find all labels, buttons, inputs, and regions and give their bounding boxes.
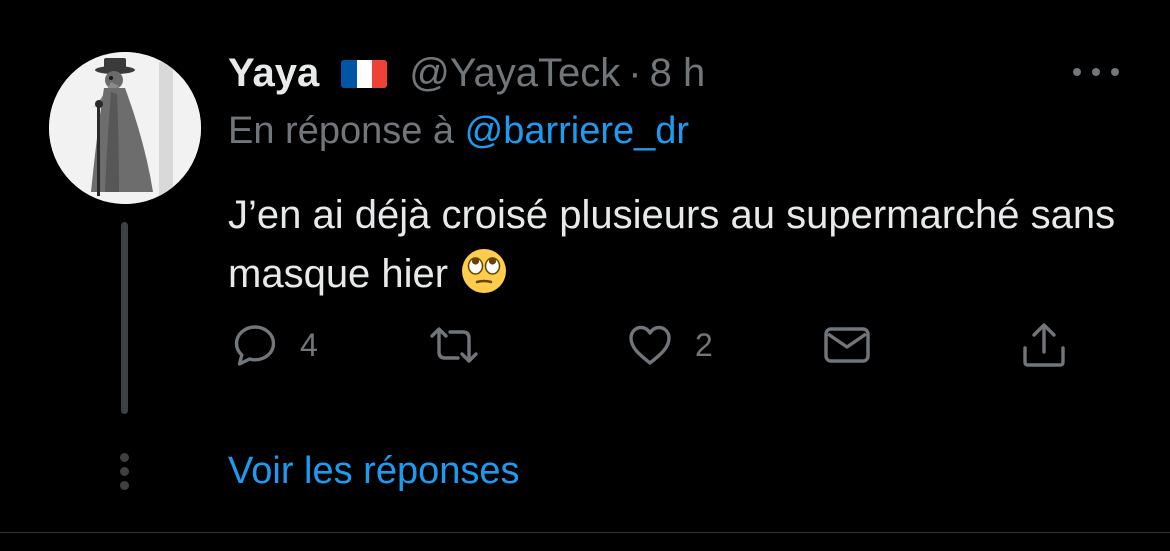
share-upload-icon (1023, 323, 1065, 367)
tweet[interactable]: Yaya @YayaTeck · 8 h En réponse à @barri… (0, 0, 1170, 551)
author-handle[interactable]: @YayaTeck (409, 51, 620, 96)
more-options-icon[interactable] (1073, 66, 1119, 78)
reply-bubble-icon (234, 325, 276, 366)
retweet-arrows-icon (430, 327, 478, 363)
envelope-icon (824, 327, 870, 363)
flag-france-icon (341, 60, 388, 88)
bottom-divider (0, 532, 1170, 533)
avatar[interactable] (49, 52, 201, 204)
reply-button[interactable]: 4 (232, 320, 318, 370)
share-button[interactable] (1020, 320, 1068, 370)
tweet-header: Yaya @YayaTeck · 8 h (228, 50, 705, 96)
reply-context: En réponse à @barriere_dr (228, 110, 689, 153)
reply-to-handle-link[interactable]: @barriere_dr (465, 110, 689, 152)
tweet-body: J’en ai déjà croisé plusieurs au superma… (228, 186, 1148, 304)
reply-count: 4 (300, 326, 318, 363)
retweet-button[interactable] (428, 320, 502, 370)
heart-icon (629, 325, 671, 365)
author-name[interactable]: Yaya (228, 51, 319, 96)
like-button[interactable]: 2 (627, 320, 713, 370)
like-count: 2 (695, 326, 713, 363)
direct-message-button[interactable] (823, 320, 871, 370)
thread-connector-line (121, 222, 128, 414)
see-replies-link[interactable]: Voir les réponses (228, 450, 520, 493)
header-separator: · (628, 50, 642, 95)
face-with-rolling-eyes-icon (460, 247, 508, 295)
plague-doctor-avatar-image (49, 52, 201, 204)
thread-more-dots (119, 452, 130, 492)
reply-prefix: En réponse à (228, 110, 455, 152)
tweet-timestamp[interactable]: 8 h (650, 51, 706, 96)
tweet-text: J’en ai déjà croisé plusieurs au superma… (228, 193, 1116, 296)
